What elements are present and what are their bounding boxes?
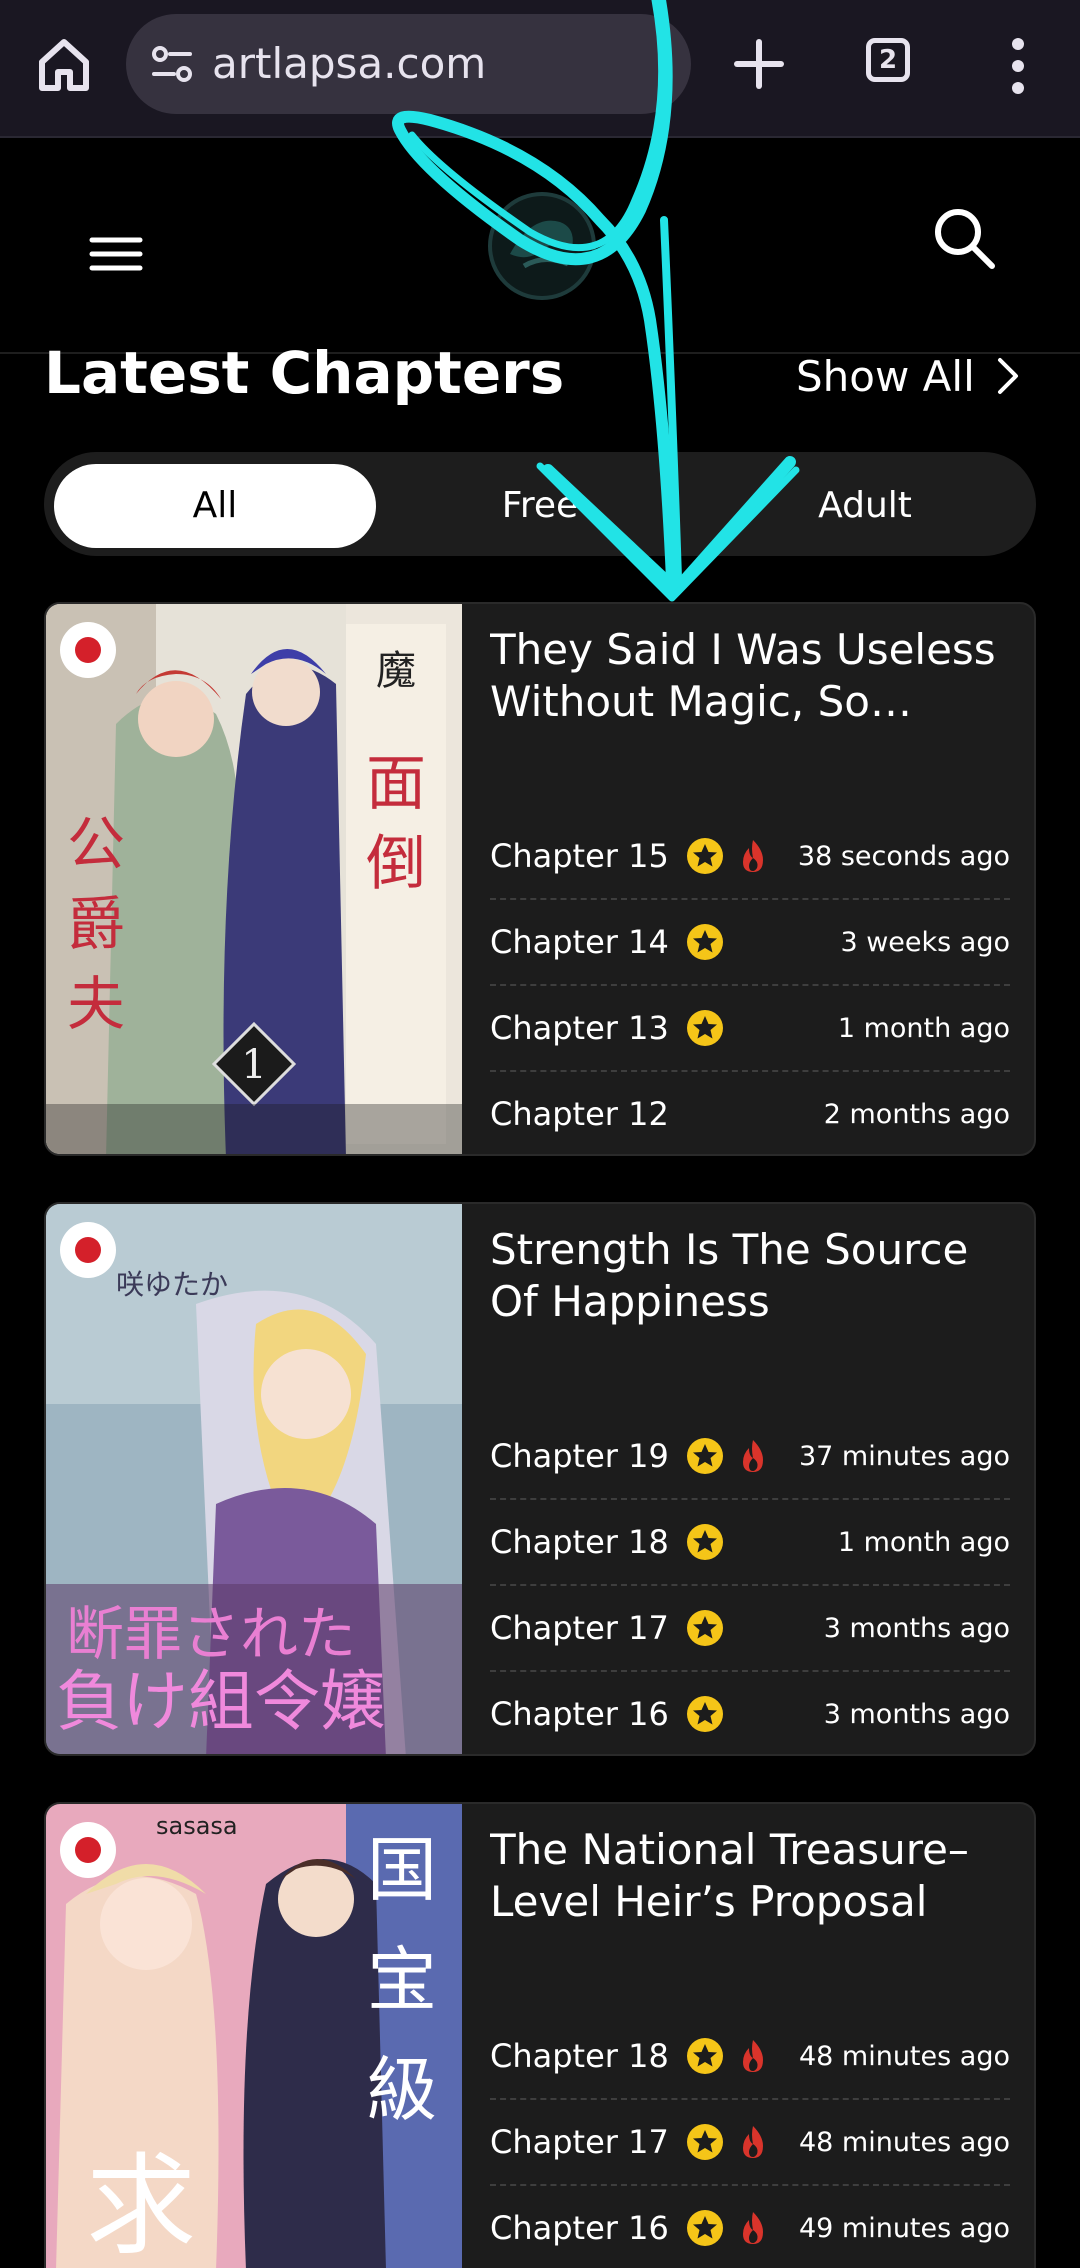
- svg-text:面: 面: [366, 749, 426, 819]
- chapter-row[interactable]: Chapter 14 3 weeks ago: [490, 900, 1010, 986]
- chapter-label[interactable]: Chapter 17: [490, 1609, 669, 1647]
- chapter-row[interactable]: Chapter 16 3 months ago: [490, 1672, 1010, 1754]
- chapter-row[interactable]: Chapter 18 1 month ago: [490, 1500, 1010, 1586]
- chapter-time: 2 months ago: [823, 1098, 1010, 1130]
- chapter-time: 3 months ago: [823, 1698, 1010, 1730]
- svg-text:sasasa: sasasa: [156, 1812, 238, 1840]
- svg-text:宝: 宝: [367, 1939, 437, 2021]
- chapter-row[interactable]: Chapter 12 2 months ago: [490, 1072, 1010, 1154]
- chapter-row[interactable]: Chapter 17 48 minutes ago: [490, 2100, 1010, 2186]
- flag-jp-icon: [60, 622, 116, 678]
- chapter-list: Chapter 15 38 seconds ago Chapter 14 3 w…: [490, 814, 1010, 1154]
- chapter-time: 1 month ago: [837, 1526, 1010, 1558]
- manga-card[interactable]: 魔 面 倒 公 爵 夫 1 They Said I Was Useless Wi…: [44, 602, 1036, 1156]
- star-badge-icon: [686, 1610, 723, 1646]
- site-settings-icon[interactable]: [148, 40, 196, 88]
- flag-jp-icon: [60, 1822, 116, 1878]
- hamburger-icon[interactable]: [88, 226, 144, 282]
- chapter-time: 3 months ago: [823, 1612, 1010, 1644]
- manga-card[interactable]: 断罪された 負け組令嬢 咲ゆたか Strength Is The Source …: [44, 1202, 1036, 1756]
- chapter-label[interactable]: Chapter 18: [490, 2037, 669, 2075]
- manga-card[interactable]: 国 宝 級 求 sasasa The National Treasure–Lev…: [44, 1802, 1036, 2268]
- chapter-row[interactable]: Chapter 13 1 month ago: [490, 986, 1010, 1072]
- svg-text:断罪された: 断罪された: [66, 1600, 356, 1668]
- site-logo[interactable]: [480, 184, 604, 308]
- svg-text:公: 公: [67, 810, 125, 878]
- svg-text:負け組令嬢: 負け組令嬢: [56, 1663, 386, 1740]
- url-text[interactable]: artlapsa.com: [212, 40, 486, 88]
- chapter-label[interactable]: Chapter 17: [490, 2123, 669, 2161]
- star-badge-icon: [686, 1524, 723, 1560]
- more-vert-icon[interactable]: [1000, 30, 1036, 102]
- svg-text:咲ゆたか: 咲ゆたか: [116, 1268, 228, 1301]
- star-badge-icon: [686, 1696, 723, 1732]
- show-all-link[interactable]: Show All: [796, 346, 1019, 406]
- cover-image[interactable]: 国 宝 級 求 sasasa: [46, 1804, 462, 2268]
- svg-text:1: 1: [241, 1042, 266, 1088]
- show-all-label[interactable]: Show All: [796, 352, 975, 401]
- browser-toolbar: artlapsa.com 2: [0, 0, 1080, 138]
- search-icon[interactable]: [930, 204, 998, 272]
- svg-text:国: 国: [367, 1829, 437, 1911]
- chapter-label[interactable]: Chapter 19: [490, 1437, 669, 1475]
- chapter-time: 3 weeks ago: [840, 926, 1010, 958]
- svg-text:夫: 夫: [67, 970, 125, 1038]
- fire-icon: [742, 2126, 763, 2158]
- fire-icon: [742, 2212, 763, 2244]
- fire-icon: [742, 840, 763, 872]
- address-bar[interactable]: artlapsa.com: [126, 14, 691, 114]
- section-title: Latest Chapters: [44, 339, 565, 407]
- card-title[interactable]: They Said I Was Useless Without Magic, S…: [490, 624, 1010, 728]
- svg-text:級: 級: [367, 2049, 437, 2131]
- chapter-row[interactable]: Chapter 19 37 minutes ago: [490, 1414, 1010, 1500]
- fire-icon: [742, 2040, 763, 2072]
- chapter-row[interactable]: Chapter 17 3 months ago: [490, 1586, 1010, 1672]
- fire-icon: [742, 1440, 763, 1472]
- svg-text:魔: 魔: [376, 648, 416, 694]
- star-badge-icon: [686, 2124, 723, 2160]
- star-badge-icon: [686, 1010, 723, 1046]
- card-title[interactable]: The National Treasure–Level Heir’s Propo…: [490, 1824, 1010, 1928]
- chapter-label[interactable]: Chapter 13: [490, 1009, 669, 1047]
- tab-free[interactable]: Free: [379, 464, 701, 548]
- tab-adult[interactable]: Adult: [704, 464, 1026, 548]
- flag-jp-icon: [60, 1222, 116, 1278]
- site-header: [0, 138, 1080, 354]
- chapter-time: 48 minutes ago: [798, 2126, 1010, 2158]
- tab-switcher-icon[interactable]: 2: [866, 38, 910, 82]
- chapter-label[interactable]: Chapter 12: [490, 1095, 669, 1133]
- chapter-label[interactable]: Chapter 15: [490, 837, 669, 875]
- svg-text:倒: 倒: [366, 829, 426, 899]
- svg-text:求: 求: [86, 2142, 196, 2268]
- chapter-list: Chapter 18 48 minutes ago Chapter 17 48 …: [490, 2014, 1010, 2268]
- chapter-time: 49 minutes ago: [798, 2212, 1010, 2244]
- new-tab-icon[interactable]: [730, 28, 788, 100]
- tab-all[interactable]: All: [54, 464, 376, 548]
- star-badge-icon: [686, 1438, 723, 1474]
- home-icon[interactable]: [28, 28, 100, 100]
- cover-image[interactable]: 魔 面 倒 公 爵 夫 1: [46, 604, 462, 1156]
- chapter-label[interactable]: Chapter 18: [490, 1523, 669, 1561]
- chapter-row[interactable]: Chapter 15 38 seconds ago: [490, 814, 1010, 900]
- filter-tabs: All Free Adult: [44, 452, 1036, 556]
- chapter-row[interactable]: Chapter 18 48 minutes ago: [490, 2014, 1010, 2100]
- chapter-label[interactable]: Chapter 14: [490, 923, 669, 961]
- star-badge-icon: [686, 838, 723, 874]
- star-badge-icon: [686, 2210, 723, 2246]
- star-badge-icon: [686, 924, 723, 960]
- chapter-row[interactable]: Chapter 16 49 minutes ago: [490, 2186, 1010, 2268]
- cover-image[interactable]: 断罪された 負け組令嬢 咲ゆたか: [46, 1204, 462, 1756]
- chapter-label[interactable]: Chapter 16: [490, 1695, 669, 1733]
- card-title[interactable]: Strength Is The Source Of Happiness: [490, 1224, 1010, 1328]
- chapter-time: 48 minutes ago: [798, 2040, 1010, 2072]
- star-badge-icon: [686, 2038, 723, 2074]
- chapter-time: 37 minutes ago: [798, 1440, 1010, 1472]
- chapter-time: 38 seconds ago: [797, 840, 1010, 872]
- chapter-list: Chapter 19 37 minutes ago Chapter 18 1 m…: [490, 1414, 1010, 1754]
- chevron-right-icon[interactable]: [997, 357, 1019, 395]
- chapter-label[interactable]: Chapter 16: [490, 2209, 669, 2247]
- svg-text:爵: 爵: [67, 890, 125, 958]
- chapter-time: 1 month ago: [837, 1012, 1010, 1044]
